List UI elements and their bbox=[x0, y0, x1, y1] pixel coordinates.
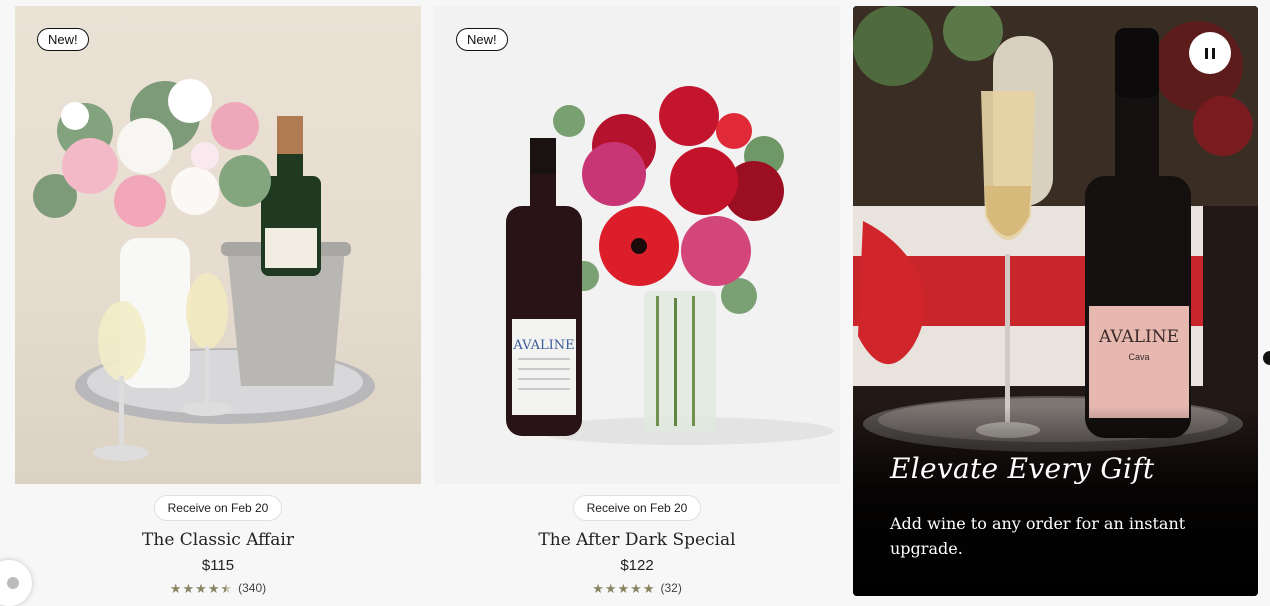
product-image[interactable]: AVALINE New! bbox=[434, 6, 840, 484]
star-icon: ★ bbox=[592, 580, 604, 596]
bouquet-with-champagne-image bbox=[33, 79, 375, 461]
product-price: $122 bbox=[620, 557, 654, 574]
star-icon: ★ bbox=[630, 580, 642, 596]
promo-title: Elevate Every Gift bbox=[890, 452, 1155, 485]
promo-description: Add wine to any order for an instant upg… bbox=[890, 514, 1186, 558]
product-name[interactable]: The After Dark Special bbox=[434, 530, 840, 550]
product-name[interactable]: The Classic Affair bbox=[15, 530, 421, 550]
star-icon: ★ bbox=[195, 580, 207, 596]
promo-gradient-overlay bbox=[853, 406, 1258, 596]
product-rating[interactable]: ★ ★ ★ ★ ★ (340) bbox=[15, 581, 421, 595]
star-icon: ★ bbox=[604, 580, 617, 596]
product-card-classic-affair[interactable]: New! Receive on Feb 20 The Classic Affai… bbox=[15, 6, 421, 595]
star-icon: ★ bbox=[220, 580, 233, 596]
chat-icon bbox=[7, 577, 19, 589]
rating-stars: ★ ★ ★ ★ ★ bbox=[592, 582, 654, 595]
product-image[interactable]: New! bbox=[15, 6, 421, 484]
carousel-edge-indicator bbox=[1263, 351, 1270, 365]
pause-icon[interactable] bbox=[1189, 32, 1231, 74]
product-price: $115 bbox=[201, 557, 235, 574]
delivery-date-pill: Receive on Feb 20 bbox=[153, 495, 283, 521]
promo-wine-video-tile[interactable]: AVALINE Cava Elevate Every Gift Add wine… bbox=[853, 6, 1258, 596]
review-count: (32) bbox=[660, 581, 682, 595]
review-count: (340) bbox=[238, 581, 267, 595]
bottle-label-text: AVALINE bbox=[1098, 327, 1179, 347]
product-card-after-dark-special[interactable]: AVALINE New! Receive on Feb 20 The After… bbox=[434, 6, 840, 595]
bottle-sublabel-text: Cava bbox=[1128, 352, 1149, 362]
star-icon: ★ bbox=[182, 580, 195, 596]
bottle-label-text: AVALINE bbox=[512, 338, 574, 353]
product-info: Receive on Feb 20 The After Dark Special… bbox=[434, 484, 840, 595]
new-badge: New! bbox=[37, 28, 89, 51]
star-icon: ★ bbox=[169, 580, 182, 596]
star-icon: ★ bbox=[642, 580, 655, 596]
star-icon: ★ bbox=[617, 580, 630, 596]
delivery-date-pill: Receive on Feb 20 bbox=[572, 495, 702, 521]
new-badge: New! bbox=[456, 28, 508, 51]
bouquet-with-wine-image: AVALINE bbox=[506, 86, 834, 445]
rating-stars: ★ ★ ★ ★ ★ bbox=[170, 582, 232, 595]
star-icon: ★ bbox=[207, 580, 220, 596]
product-info: Receive on Feb 20 The Classic Affair $11… bbox=[15, 484, 421, 595]
product-rating[interactable]: ★ ★ ★ ★ ★ (32) bbox=[434, 581, 840, 595]
